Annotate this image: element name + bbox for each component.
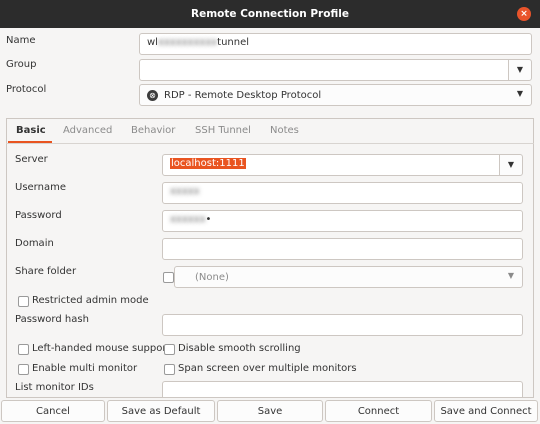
- password-value-suffix: •: [205, 214, 212, 225]
- username-label: Username: [15, 182, 66, 193]
- button-bar: Cancel Save as Default Save Connect Save…: [0, 400, 540, 424]
- disable-smooth-scrolling-checkbox[interactable]: [164, 344, 175, 355]
- group-input[interactable]: [139, 59, 509, 81]
- tab-divider: [6, 143, 534, 144]
- domain-label: Domain: [15, 238, 54, 249]
- name-label: Name: [6, 35, 36, 46]
- titlebar: Remote Connection Profile ×: [0, 0, 540, 28]
- tab-behavior[interactable]: Behavior: [131, 125, 175, 136]
- name-value-redacted: xxxxxxxxxx: [157, 37, 218, 48]
- rdp-icon: ⊗: [147, 89, 158, 101]
- list-monitor-input[interactable]: [162, 381, 523, 397]
- group-label: Group: [6, 59, 37, 70]
- enable-multi-monitor-checkbox[interactable]: [18, 364, 29, 375]
- active-tab-indicator: [8, 141, 52, 143]
- server-input[interactable]: localhost:1111: [162, 154, 500, 176]
- password-value-redacted: xxxxxx: [170, 214, 206, 225]
- tab-ssh-tunnel[interactable]: SSH Tunnel: [195, 125, 251, 136]
- name-input[interactable]: wlxxxxxxxxxxtunnel: [139, 33, 532, 55]
- left-handed-label: Left-handed mouse support: [32, 343, 171, 354]
- restricted-admin-checkbox[interactable]: [18, 296, 29, 307]
- password-hash-label: Password hash: [15, 314, 89, 325]
- save-and-connect-button[interactable]: Save and Connect: [434, 400, 538, 422]
- connect-button[interactable]: Connect: [325, 400, 432, 422]
- protocol-value: RDP - Remote Desktop Protocol: [164, 89, 322, 101]
- chevron-down-icon: ▼: [516, 89, 523, 98]
- left-handed-checkbox[interactable]: [18, 344, 29, 355]
- group-dropdown-button[interactable]: ▼: [508, 59, 532, 81]
- enable-multi-monitor-label: Enable multi monitor: [32, 363, 138, 374]
- tab-notes[interactable]: Notes: [270, 125, 299, 136]
- server-dropdown-button[interactable]: ▼: [499, 154, 523, 176]
- save-as-default-button[interactable]: Save as Default: [107, 400, 215, 422]
- server-value: localhost:1111: [170, 158, 246, 169]
- share-folder-checkbox[interactable]: [163, 272, 174, 283]
- share-folder-label: Share folder: [15, 266, 77, 277]
- protocol-label: Protocol: [6, 84, 47, 95]
- password-label: Password: [15, 210, 62, 221]
- name-value-prefix: wl: [147, 37, 158, 48]
- cancel-button[interactable]: Cancel: [1, 400, 105, 422]
- server-label: Server: [15, 154, 48, 165]
- list-monitor-label: List monitor IDs: [15, 382, 94, 393]
- chevron-down-icon: ▼: [507, 271, 514, 280]
- span-screen-checkbox[interactable]: [164, 364, 175, 375]
- restricted-admin-label: Restricted admin mode: [32, 295, 149, 306]
- tab-advanced[interactable]: Advanced: [63, 125, 112, 136]
- window-title: Remote Connection Profile: [191, 8, 349, 20]
- password-hash-input[interactable]: [162, 314, 523, 336]
- password-input[interactable]: xxxxxx•: [162, 210, 523, 232]
- share-folder-value: (None): [195, 271, 229, 283]
- disable-smooth-scrolling-label: Disable smooth scrolling: [178, 343, 301, 354]
- domain-input[interactable]: [162, 238, 523, 260]
- save-button[interactable]: Save: [217, 400, 323, 422]
- tab-basic[interactable]: Basic: [16, 125, 46, 136]
- username-input[interactable]: xxxxx: [162, 182, 523, 204]
- name-value-suffix: tunnel: [217, 37, 250, 48]
- share-folder-select[interactable]: (None) ▼: [174, 266, 523, 288]
- username-value-redacted: xxxxx: [170, 186, 200, 197]
- span-screen-label: Span screen over multiple monitors: [178, 363, 357, 374]
- close-icon[interactable]: ×: [517, 7, 531, 21]
- protocol-select[interactable]: ⊗ RDP - Remote Desktop Protocol ▼: [139, 84, 532, 106]
